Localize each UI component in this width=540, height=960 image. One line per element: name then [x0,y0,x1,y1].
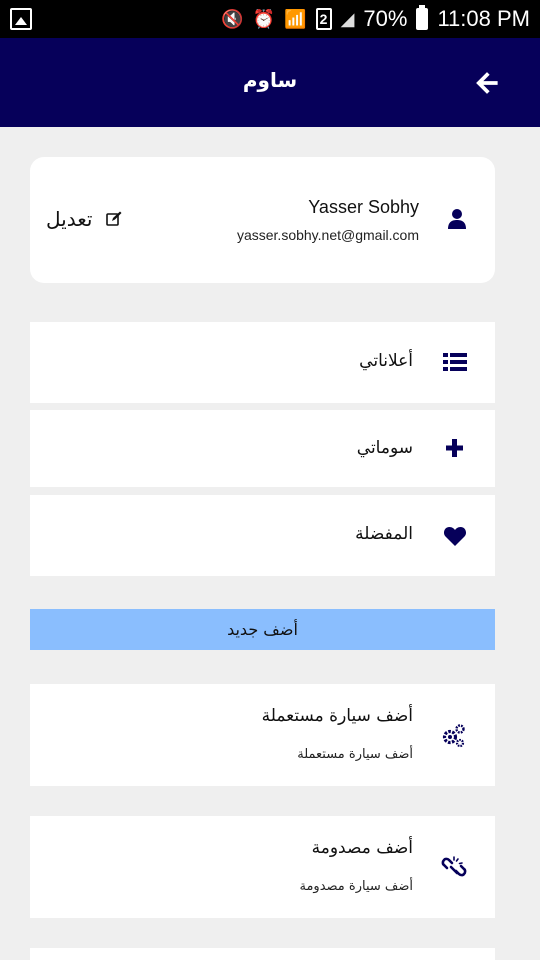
add-damaged-car-subtitle: أضف سيارة مصدومة [299,879,413,894]
page-title: ساوم [242,68,298,92]
status-icons: 🔇 ⏰ 📶 2 ◢ 70% 11:08 PM [221,0,530,38]
edit-icon [106,211,122,226]
menu-item-favorites[interactable]: المفضلة [30,495,495,576]
add-new-button[interactable]: أضف جديد [30,609,495,650]
profile-card: Yasser Sobhy yasser.sobhy.net@gmail.com … [30,157,495,283]
add-used-car-card[interactable]: أضف سيارة مستعملة أضف سيارة مستعملة [30,684,495,786]
menu-item-my-ads[interactable]: أعلاناتي [30,322,495,403]
signal-icon: ◢ [340,8,355,29]
add-used-car-subtitle: أضف سيارة مستعملة [297,747,413,762]
app-bar: ساوم [0,38,540,127]
menu-item-label: أعلاناتي [359,351,413,371]
profile-email: yasser.sobhy.net@gmail.com [236,227,419,243]
sim-slot-icon: 2 [315,8,332,30]
gears-icon [442,724,465,748]
arrow-left-icon[interactable] [472,68,502,98]
heart-icon [443,527,467,546]
list-icon [443,353,467,371]
menu-item-label: سوماتي [356,438,413,458]
mute-icon: 🔇 [221,8,244,29]
status-bar: 🔇 ⏰ 📶 2 ◢ 70% 11:08 PM [0,0,540,38]
alarm-icon: ⏰ [252,8,276,29]
menu-item-label: المفضلة [355,524,413,544]
plus-icon [446,439,463,457]
edit-profile-button[interactable]: تعديل [46,207,122,231]
add-damaged-car-card[interactable]: أضف مصدومة أضف سيارة مصدومة [30,816,495,918]
broken-link-icon [441,856,467,877]
menu-item-my-bids[interactable]: سوماتي [30,410,495,487]
clock: 11:08 PM [437,6,530,31]
add-used-car-title: أضف سيارة مستعملة [261,706,413,726]
user-icon [448,209,466,229]
profile-name: Yasser Sobhy [308,197,419,217]
add-item-card[interactable] [30,948,495,960]
edit-label: تعديل [46,207,93,231]
wifi-icon: 📶 [284,8,307,29]
gallery-notification-icon [10,8,32,30]
battery-percent: 70% [363,6,408,31]
battery-icon [416,5,429,30]
add-damaged-car-title: أضف مصدومة [311,838,413,858]
